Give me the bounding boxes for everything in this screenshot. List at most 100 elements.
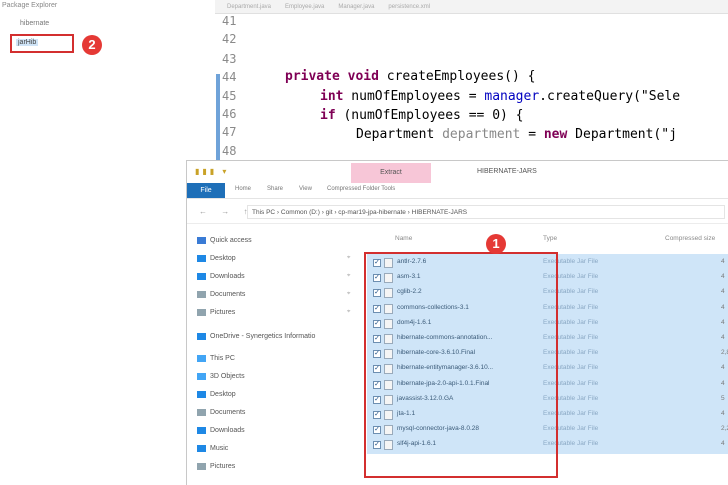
code-line-44[interactable]: private void createEmployees() { (285, 69, 535, 84)
documents-icon (197, 409, 206, 416)
nav-item-label: Music (210, 445, 229, 452)
cube-icon (197, 373, 206, 380)
step-marker-2: 2 (82, 35, 102, 55)
nav-item-label: Pictures (210, 463, 236, 470)
file-size: 4 (721, 379, 725, 387)
change-marker (216, 74, 220, 164)
code-line-45[interactable]: int numOfEmployees = manager.createQuery… (320, 89, 680, 104)
column-header-type[interactable]: Type (543, 235, 557, 242)
nav-item[interactable]: Desktop (197, 255, 236, 262)
nav-item[interactable]: This PC (197, 355, 235, 362)
package-explorer-panel: Package Explorer hibernate jarHib (0, 0, 215, 484)
code-token: Department (356, 127, 443, 142)
nav-item[interactable]: Downloads (197, 273, 245, 280)
navigation-arrows-icon[interactable]: ← → ↑ (199, 207, 253, 216)
music-icon (197, 445, 206, 452)
nav-item[interactable]: OneDrive - Synergetics Informatio (197, 333, 315, 340)
files-annotation-box (364, 252, 558, 478)
address-bar-row: ← → ↑ This PC › Common (D:) › git › cp-m… (187, 201, 728, 224)
title-bar: ▮▮▮ ▾ Extract HIBERNATE-JARS (187, 161, 728, 183)
nav-item[interactable]: Pictures (197, 463, 235, 470)
file-tab[interactable]: File (187, 183, 225, 198)
code-token: new (543, 127, 568, 142)
nav-item-label: Documents (210, 291, 246, 298)
window-title: HIBERNATE-JARS (477, 168, 537, 175)
pin-icon[interactable]: ⌖ (347, 255, 350, 262)
line-number: 42 (222, 32, 237, 46)
nav-item-label: Pictures (210, 309, 236, 316)
navigation-pane: Quick access Desktop ⌖ Downloads ⌖ Documents ⌖… (187, 227, 362, 485)
file-size: 4 (721, 334, 725, 341)
code-token: (numOfEmployees == 0) { (335, 108, 524, 123)
nav-item-label: 3D Objects (210, 373, 245, 380)
line-number: 43 (222, 52, 237, 66)
ribbon-tabs: File Home Share View Compressed Folder T… (187, 183, 728, 199)
column-header-name[interactable]: Name (395, 235, 412, 242)
pin-icon[interactable]: ⌖ (347, 291, 350, 298)
file-size: 4 (721, 318, 725, 326)
nav-item[interactable]: Documents (197, 409, 245, 416)
pictures-icon (197, 309, 206, 316)
code-token: int (320, 89, 344, 104)
code-token: void (347, 69, 379, 84)
selected-folder-label: jarHib (16, 39, 39, 46)
nav-item-label: Downloads (210, 273, 245, 280)
editor-tab[interactable]: persistence.xml (388, 4, 430, 10)
code-token: = (520, 127, 544, 142)
code-line-47[interactable]: Department department = new Department("… (356, 127, 677, 142)
documents-icon (197, 291, 206, 298)
editor-gutter (215, 14, 221, 164)
desktop-icon (197, 255, 206, 262)
computer-icon (197, 355, 206, 362)
column-header-compressed-size[interactable]: Compressed size (665, 235, 715, 242)
ribbon-tab-home[interactable]: Home (235, 186, 251, 192)
nav-item-label: This PC (210, 355, 235, 362)
code-token: private (285, 69, 340, 84)
desktop-icon (197, 391, 206, 398)
nav-item[interactable]: Documents (197, 291, 245, 298)
address-bar[interactable]: This PC › Common (D:) › git › cp-mar19-j… (247, 205, 725, 219)
project-item[interactable]: hibernate (20, 20, 49, 27)
file-size: 4 (721, 364, 725, 372)
editor-tab[interactable]: Department.java (227, 4, 271, 10)
nav-item[interactable]: Quick access (197, 237, 252, 244)
file-size: 5 (721, 394, 725, 402)
pin-icon[interactable]: ⌖ (347, 309, 350, 316)
file-size: 4 (721, 273, 725, 281)
file-size: 2,8 (721, 349, 728, 357)
code-token: department (442, 127, 521, 142)
file-size: 2,2 (721, 425, 728, 433)
line-number: 41 (222, 14, 237, 28)
code-token: Department("j (567, 127, 677, 142)
nav-item[interactable]: Desktop (197, 391, 236, 398)
nav-item-label: Quick access (210, 237, 252, 244)
ribbon-tab-view[interactable]: View (299, 186, 312, 192)
selected-folder-item[interactable]: jarHib (10, 34, 74, 53)
extract-tab[interactable]: Extract (351, 163, 431, 183)
editor-tab[interactable]: Manager.java (338, 4, 374, 10)
editor-tab[interactable]: Employee.java (285, 4, 324, 10)
code-token: manager (484, 89, 540, 104)
file-size: 4 (721, 303, 725, 311)
nav-item-label: Downloads (210, 427, 245, 434)
star-icon (197, 237, 206, 244)
line-number: 46 (222, 107, 237, 121)
ribbon-tab-share[interactable]: Share (267, 186, 283, 192)
pin-icon[interactable]: ⌖ (347, 273, 350, 280)
code-token: if (320, 108, 336, 123)
code-token: numOfEmployees = (343, 89, 485, 104)
nav-item[interactable]: Music (197, 445, 228, 452)
nav-item-label: Documents (210, 409, 246, 416)
line-number: 45 (222, 89, 237, 103)
package-explorer-tab[interactable]: Package Explorer (2, 2, 57, 9)
nav-item[interactable]: Pictures (197, 309, 235, 316)
file-size: 4 (721, 410, 725, 417)
nav-item[interactable]: Downloads (197, 427, 245, 434)
download-icon (197, 273, 206, 280)
nav-item[interactable]: 3D Objects (197, 373, 245, 380)
download-icon (197, 427, 206, 434)
ribbon-tab-compressed[interactable]: Compressed Folder Tools (327, 186, 395, 192)
quick-access-toolbar-icon[interactable]: ▮▮▮ ▾ (195, 167, 229, 176)
code-token: .createQuery("Sele (539, 89, 681, 104)
code-line-46[interactable]: if (numOfEmployees == 0) { (320, 108, 524, 123)
